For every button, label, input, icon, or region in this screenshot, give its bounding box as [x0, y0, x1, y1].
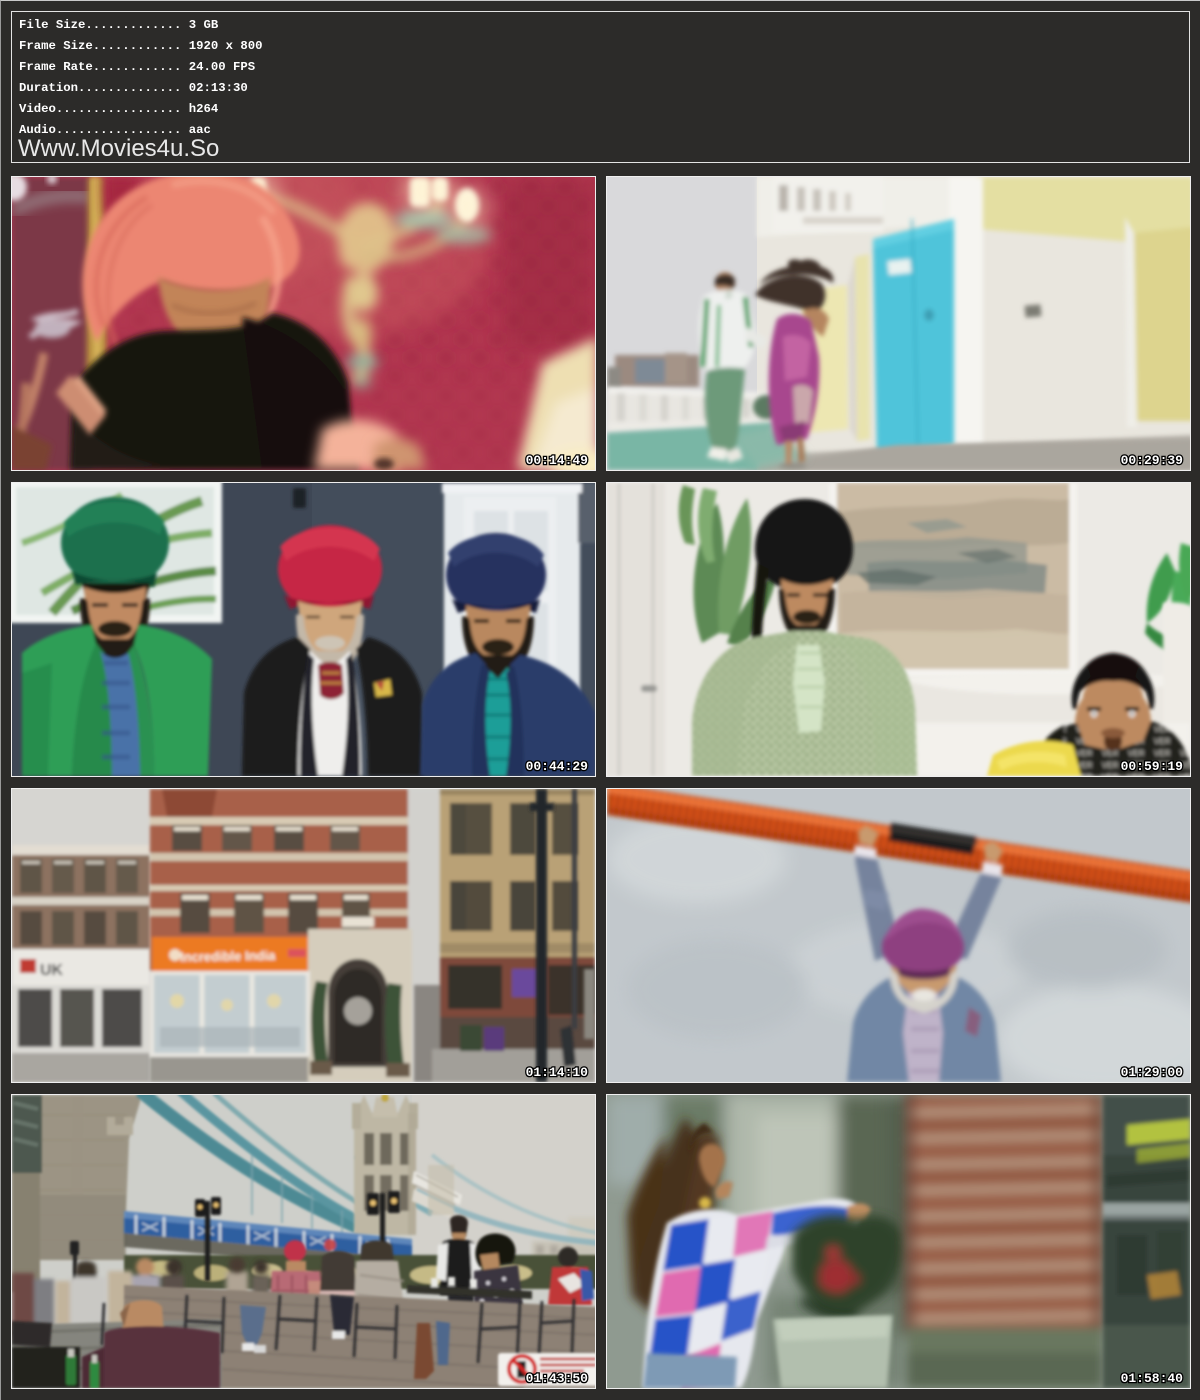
svg-text:01:14:10: 01:14:10	[526, 1065, 589, 1080]
svg-text:01:43:50: 01:43:50	[526, 1371, 589, 1386]
svg-text:00:44:29: 00:44:29	[526, 759, 589, 774]
svg-text:UK: UK	[40, 962, 64, 979]
svg-text:01:29:00: 01:29:00	[1121, 1065, 1184, 1080]
svg-text:01:58:40: 01:58:40	[1121, 1371, 1184, 1386]
svg-text:00:29:39: 00:29:39	[1121, 453, 1184, 468]
svg-text:00:59:19: 00:59:19	[1121, 759, 1184, 774]
svg-text:Incredible India: Incredible India	[180, 948, 276, 965]
svg-text:00:14:49: 00:14:49	[526, 453, 589, 468]
